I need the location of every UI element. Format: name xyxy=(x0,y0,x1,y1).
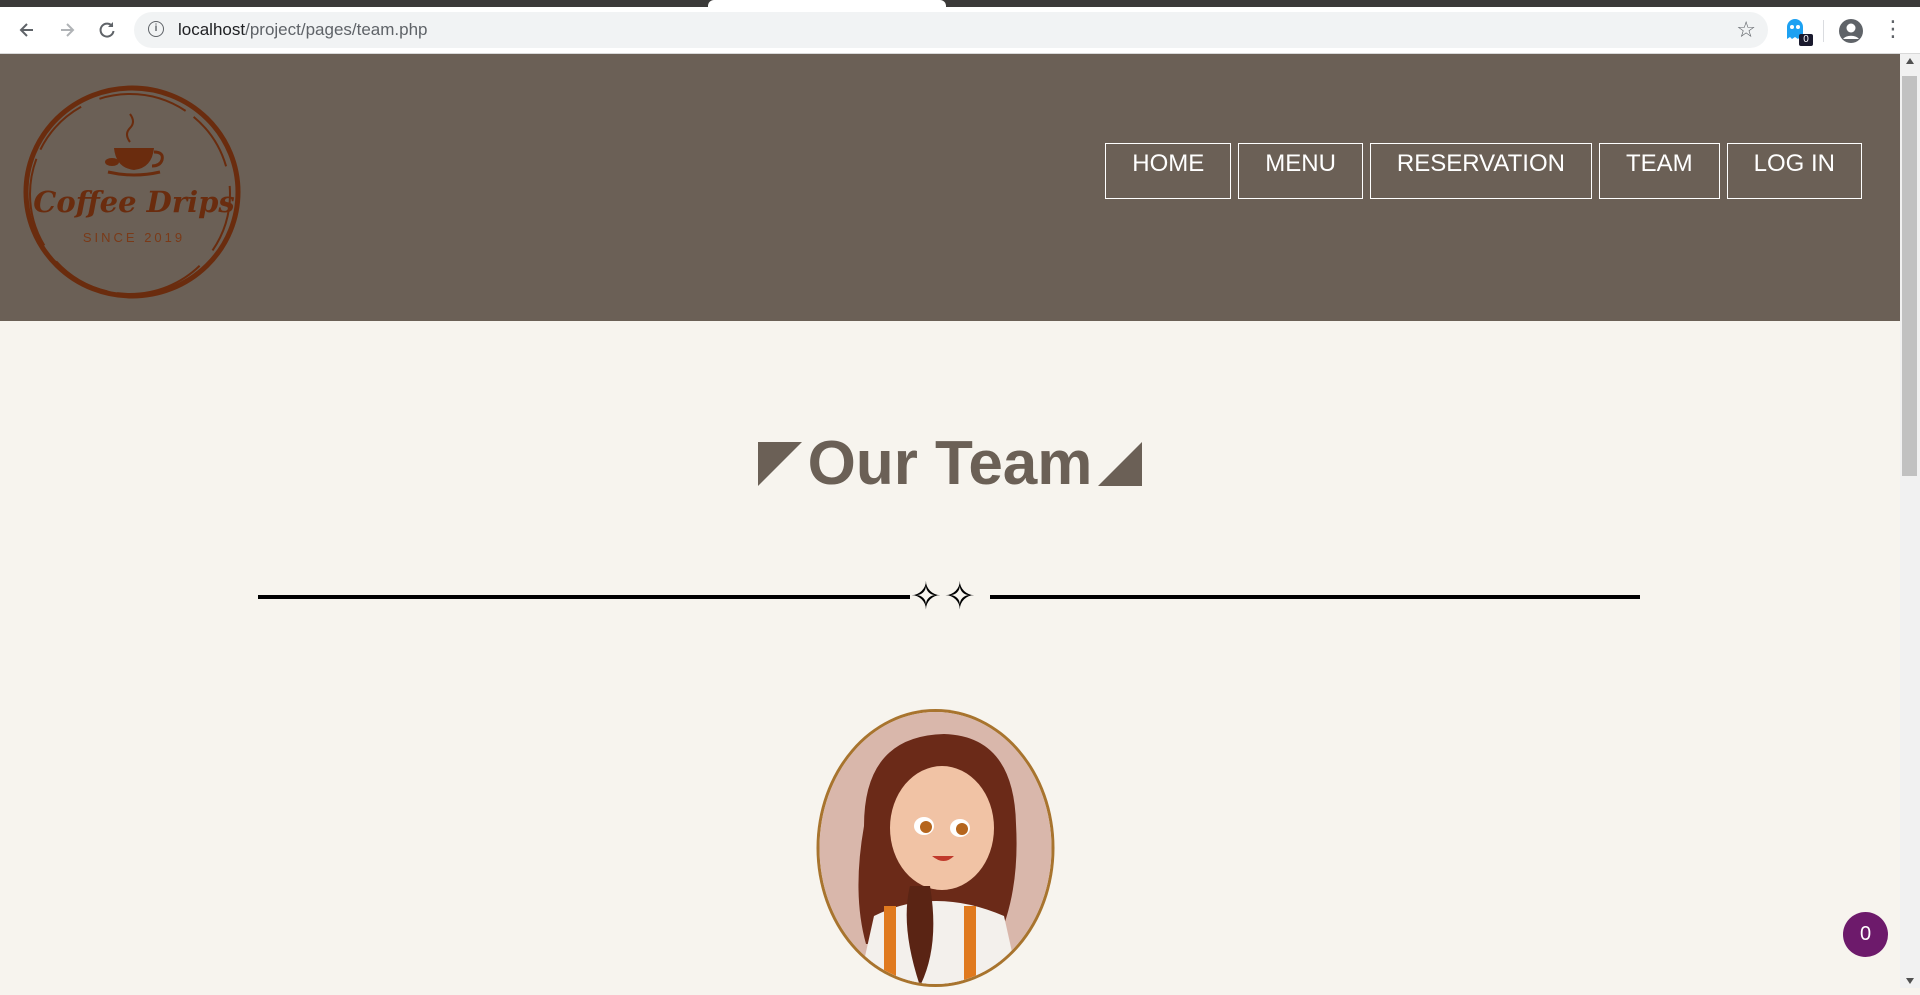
nav-team-button[interactable]: TEAM xyxy=(1598,143,1720,199)
forward-icon[interactable] xyxy=(52,15,82,45)
page-title-text: Our Team xyxy=(807,429,1093,498)
page-title: Our Team xyxy=(0,428,1900,499)
bookmark-star-icon[interactable]: ☆ xyxy=(1736,17,1756,43)
scroll-thumb[interactable] xyxy=(1902,76,1917,476)
profile-icon[interactable] xyxy=(1838,18,1864,49)
extension-badge: 0 xyxy=(1799,34,1813,46)
nav-reservation-button[interactable]: RESERVATION xyxy=(1369,143,1592,199)
cart-count-bubble[interactable]: 0 xyxy=(1843,912,1888,957)
site-info-icon[interactable]: i xyxy=(148,21,164,37)
toolbar-separator xyxy=(1823,20,1824,42)
divider-line-left xyxy=(258,595,910,599)
nav-login-button[interactable]: LOG IN xyxy=(1726,143,1862,199)
section-divider: ✧✧ xyxy=(258,576,1640,618)
divider-line-right xyxy=(990,595,1640,599)
title-right-triangle-icon xyxy=(1098,441,1143,486)
nav-home-button[interactable]: HOME xyxy=(1105,143,1232,199)
logo-title: Coffee Drips xyxy=(33,185,235,219)
browser-menu-icon[interactable]: ⋮ xyxy=(1882,16,1904,42)
reload-icon[interactable] xyxy=(92,15,122,45)
page-scrollbar[interactable] xyxy=(1900,54,1920,988)
nav-menu-button[interactable]: MENU xyxy=(1238,143,1363,199)
coffee-drips-logo[interactable]: Coffee Drips SINCE 2019 xyxy=(18,82,250,302)
site-header: Coffee Drips SINCE 2019 HOME MENU RESERV… xyxy=(0,54,1900,321)
title-left-triangle-icon xyxy=(757,441,802,486)
scroll-up-arrow-icon[interactable] xyxy=(1906,58,1914,64)
url-text[interactable]: localhost/project/pages/team.php xyxy=(178,20,428,40)
scroll-down-arrow-icon[interactable] xyxy=(1906,978,1914,984)
divider-stars-icon: ✧✧ xyxy=(910,576,978,618)
logo-subtitle: SINCE 2019 xyxy=(82,230,186,245)
browser-tabstrip xyxy=(0,0,1920,7)
main-navigation: HOME MENU RESERVATION TEAM LOG IN xyxy=(1105,143,1862,199)
back-icon[interactable] xyxy=(12,15,42,45)
url-path: /project/pages/team.php xyxy=(245,20,428,39)
browser-toolbar: i localhost/project/pages/team.php ☆ 0 ⋮ xyxy=(0,7,1920,54)
team-member-avatar xyxy=(814,706,1057,990)
address-bar[interactable]: i localhost/project/pages/team.php ☆ xyxy=(134,12,1768,48)
url-host: localhost xyxy=(178,20,246,39)
